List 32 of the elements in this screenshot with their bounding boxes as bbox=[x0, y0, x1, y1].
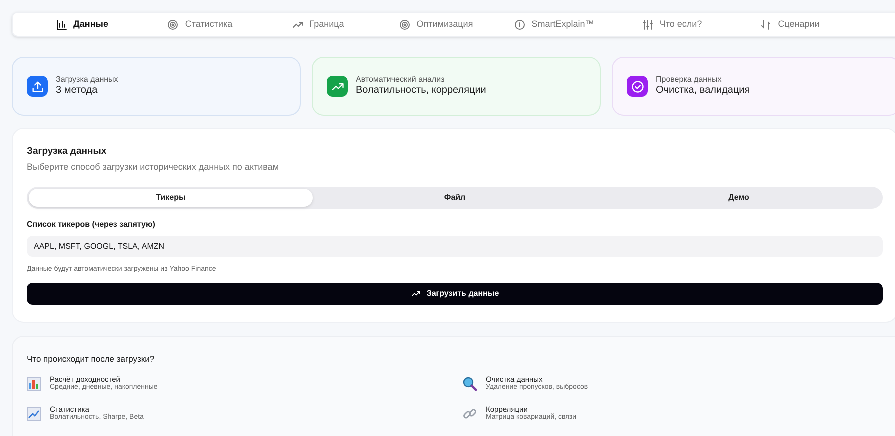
bar-chart-icon bbox=[27, 376, 41, 391]
sliders-icon bbox=[642, 18, 654, 30]
bar-chart-icon bbox=[56, 18, 68, 30]
nav-tab[interactable]: Сценарии bbox=[731, 14, 849, 34]
card-subtitle: Очистка, валидация bbox=[656, 85, 750, 98]
card-title: Автоматический анализ bbox=[356, 75, 446, 86]
card-title: Проверка данных bbox=[656, 75, 723, 86]
field-label: Список тикеров (через запятую) bbox=[27, 218, 156, 231]
panel-title: Что происходит после загрузки? bbox=[27, 353, 156, 366]
swap-icon bbox=[760, 18, 772, 30]
nav-tab[interactable]: Данные bbox=[23, 14, 141, 34]
info-icon bbox=[514, 18, 526, 30]
tickers-field[interactable]: AAPL, MSFT, GOOGL, TSLA, AMZN bbox=[27, 236, 883, 257]
nav-tab[interactable]: Оптимизация bbox=[377, 14, 495, 34]
nav-tab[interactable]: SmartExplain™ bbox=[495, 14, 613, 34]
target-icon bbox=[398, 18, 411, 30]
card-subtitle: 3 метода bbox=[56, 85, 99, 98]
nav-tab[interactable]: Что если? bbox=[613, 14, 731, 34]
nav-tab[interactable]: Статистика bbox=[141, 14, 259, 34]
link-icon bbox=[463, 406, 477, 421]
magnifier-icon bbox=[463, 376, 477, 391]
target-icon bbox=[167, 18, 180, 30]
method-tab[interactable]: Демо bbox=[597, 188, 881, 207]
method-tab[interactable]: Тикеры bbox=[29, 188, 313, 207]
card-subtitle: Волатильность, корреляции bbox=[356, 85, 486, 98]
method-tab[interactable]: Файл bbox=[313, 188, 597, 207]
line-chart-icon bbox=[27, 406, 41, 421]
panel-description: Выберите способ загрузки исторических данных по активам bbox=[27, 161, 280, 174]
card-title: Загрузка данных bbox=[56, 75, 118, 86]
load-data-button[interactable]: Загрузить данные bbox=[27, 283, 883, 306]
panel-title: Загрузка данных bbox=[27, 145, 108, 159]
nav-tab[interactable]: Граница bbox=[259, 14, 377, 34]
